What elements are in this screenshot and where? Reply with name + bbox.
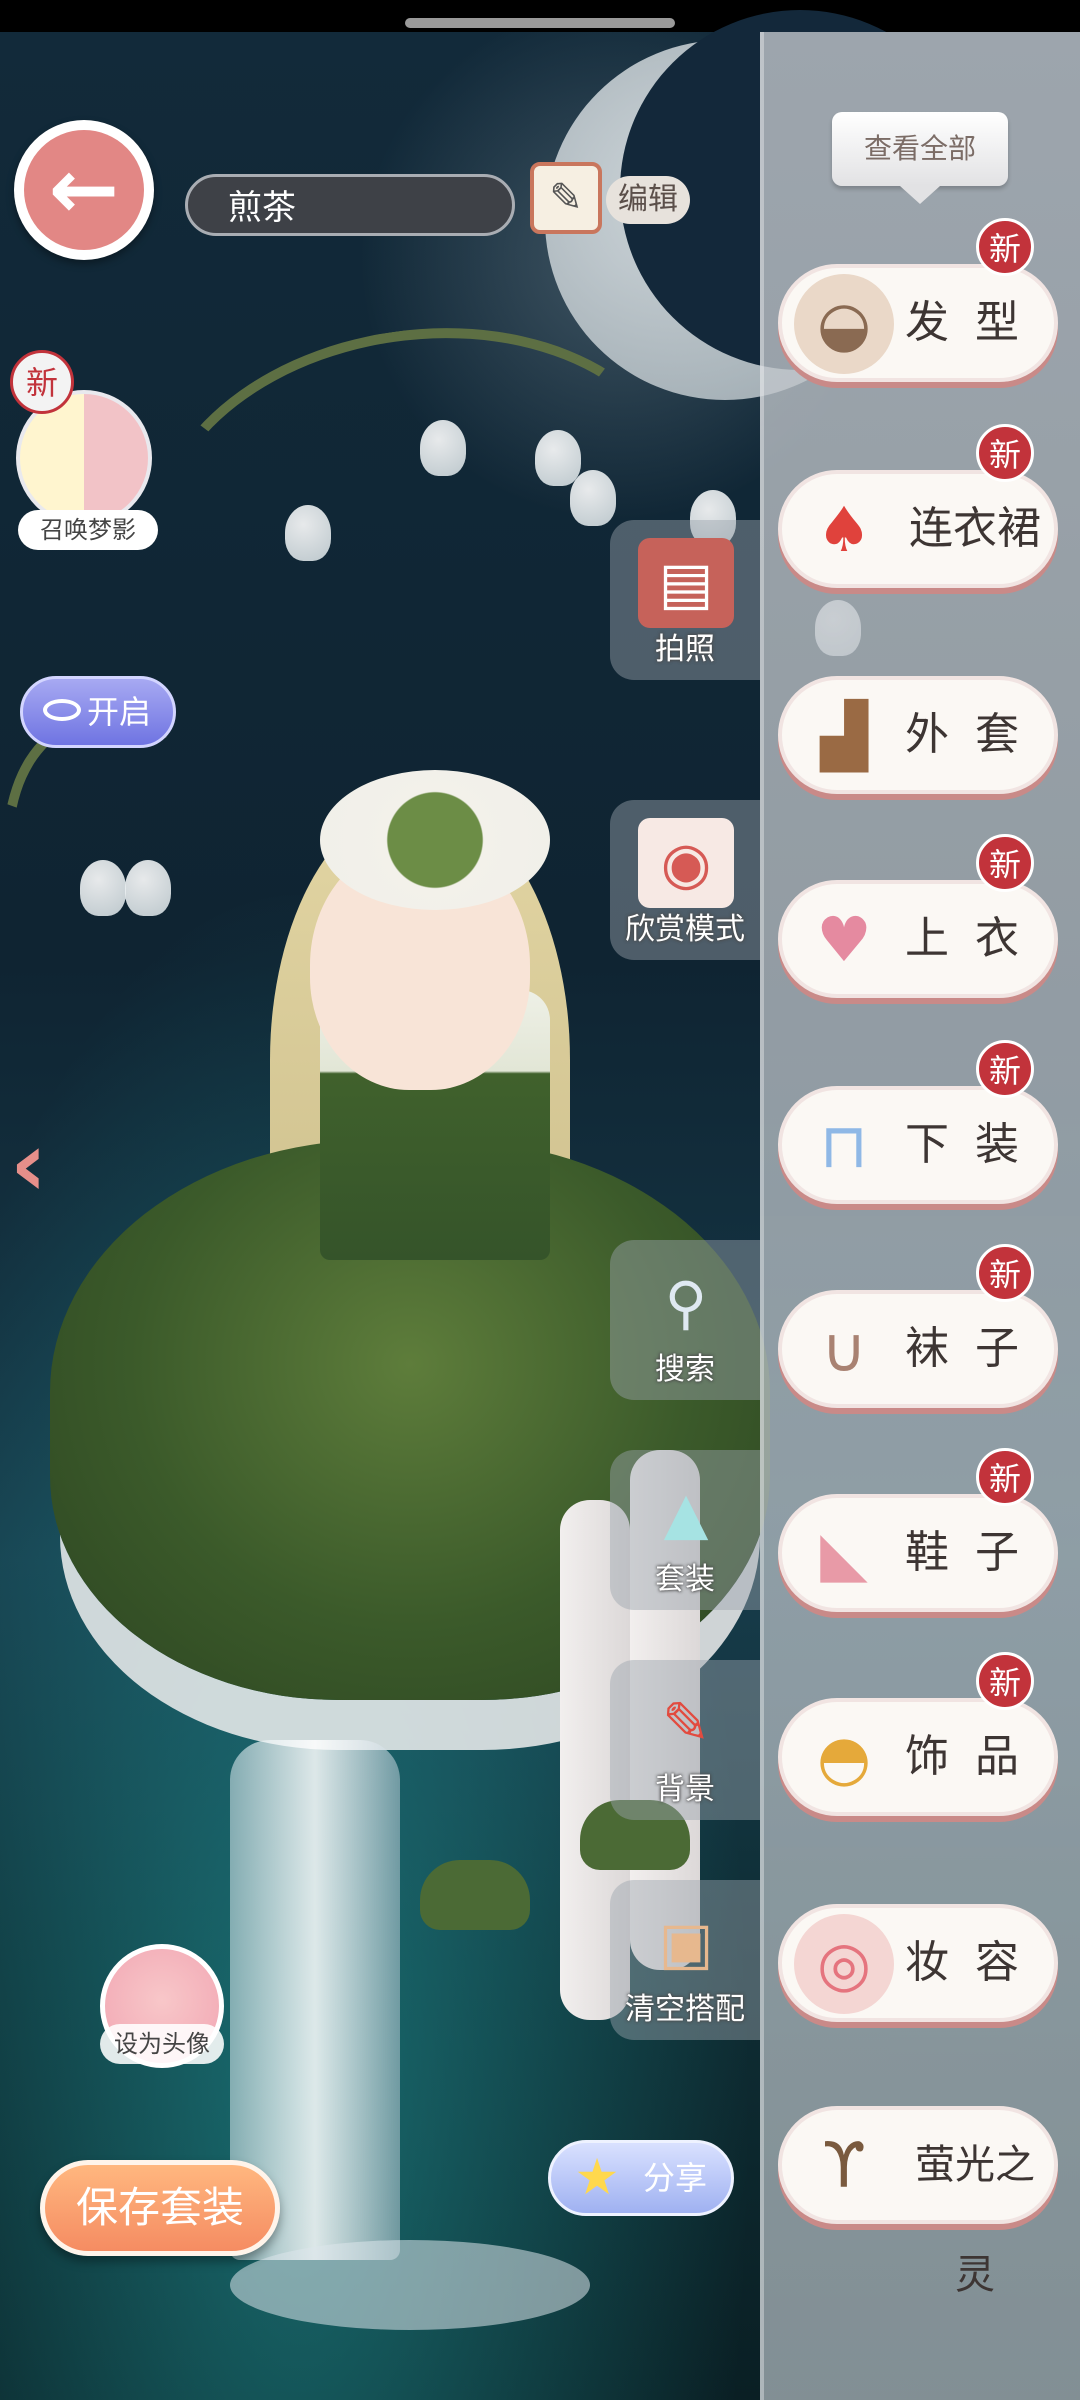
category-label: 袜子 xyxy=(905,1323,1045,1374)
category-makeup[interactable]: ◎ 妆容 xyxy=(778,1904,1058,2022)
eye-icon xyxy=(43,699,81,721)
back-arrow-icon: ← xyxy=(24,130,144,250)
category-hair[interactable]: ◒ 发型 新 xyxy=(778,218,1058,382)
new-badge: 新 xyxy=(976,218,1034,276)
category-panel xyxy=(760,32,1080,2400)
category-coat[interactable]: ▟ 外套 xyxy=(778,676,1058,794)
pencil-note-icon: ✎ xyxy=(530,162,602,234)
appreciate-mode-button[interactable]: ◉ 欣赏模式 xyxy=(610,800,760,960)
view-toggle-button[interactable]: 开启 xyxy=(20,676,176,748)
toggle-label: 开启 xyxy=(87,693,152,731)
outfit-name-field[interactable]: 煎茶 xyxy=(185,174,515,236)
tool-label: 套装 xyxy=(655,1562,715,1597)
category-label: 发型 xyxy=(905,297,1045,348)
branch-icon: ϒ xyxy=(822,2129,866,2202)
notebook-photo-icon: ▤ xyxy=(638,538,734,628)
photo-tool-button[interactable]: ▤ 拍照 xyxy=(610,520,760,680)
category-label: 上衣 xyxy=(905,913,1045,964)
character-shoe xyxy=(420,1860,530,1930)
category-label: 外套 xyxy=(905,709,1045,760)
background-tool-button[interactable]: ✎ 背景 xyxy=(610,1660,760,1820)
summon-label: 召唤梦影 xyxy=(18,510,158,550)
left-chevron-icon[interactable]: ‹ xyxy=(10,1120,80,1210)
top-icon: ♥ xyxy=(816,903,872,976)
dress-icon: ♠ xyxy=(816,493,872,566)
new-badge: 新 xyxy=(976,1040,1034,1098)
view-all-button[interactable]: 查看全部 xyxy=(832,112,1008,204)
new-badge: 新 xyxy=(976,424,1034,482)
tool-label: 背景 xyxy=(655,1772,715,1807)
status-bar xyxy=(0,0,1080,32)
clear-box-icon: ▣ xyxy=(658,1909,714,1977)
category-firefly-spirit[interactable]: ϒ 萤光之灵 xyxy=(778,2106,1058,2298)
category-shoes[interactable]: ◣ 鞋子 新 xyxy=(778,1448,1058,1612)
status-pill xyxy=(405,18,675,28)
star-hand-icon: ★ xyxy=(574,2148,620,2206)
category-label: 萤光之灵 xyxy=(915,2142,1035,2298)
hat-icon: ◓ xyxy=(816,1721,872,1794)
tool-label: 拍照 xyxy=(655,632,715,667)
character-hat xyxy=(320,770,550,910)
new-badge: 新 xyxy=(976,1448,1034,1506)
outfit-set-button[interactable]: ▲ 套装 xyxy=(610,1450,760,1610)
new-badge: 新 xyxy=(976,1244,1034,1302)
edit-label: 编辑 xyxy=(606,176,690,224)
category-socks[interactable]: ∪ 袜子 新 xyxy=(778,1244,1058,1408)
new-badge: 新 xyxy=(976,834,1034,892)
new-badge: 新 xyxy=(10,350,74,414)
category-label: 饰品 xyxy=(905,1731,1045,1782)
category-label: 妆容 xyxy=(905,1937,1045,1988)
edit-button[interactable]: ✎ 编辑 xyxy=(530,162,690,242)
tool-label: 搜索 xyxy=(655,1352,715,1387)
summon-dream-button[interactable]: 新 召唤梦影 xyxy=(10,350,160,550)
set-avatar-label: 设为头像 xyxy=(100,2024,224,2064)
category-top[interactable]: ♥ 上衣 新 xyxy=(778,834,1058,998)
search-tool-button[interactable]: ⚲ 搜索 xyxy=(610,1240,760,1400)
category-bottoms[interactable]: ⊓ 下装 新 xyxy=(778,1040,1058,1204)
camera-heart-icon: ◉ xyxy=(638,818,734,908)
category-accessories[interactable]: ◓ 饰品 新 xyxy=(778,1652,1058,1816)
new-badge: 新 xyxy=(976,1652,1034,1710)
paint-brush-icon: ✎ xyxy=(661,1689,711,1757)
shorts-icon: ⊓ xyxy=(819,1109,869,1182)
socks-icon: ∪ xyxy=(821,1313,867,1386)
hair-icon: ◒ xyxy=(794,274,894,374)
compact-icon: ◎ xyxy=(794,1914,894,2014)
category-label: 连衣裙 xyxy=(909,503,1041,554)
clear-outfit-button[interactable]: ▣ 清空搭配 xyxy=(610,1880,760,2040)
category-dress[interactable]: ♠ 连衣裙 新 xyxy=(778,424,1058,588)
outfit-set-icon: ▲ xyxy=(663,1479,709,1547)
magnifier-icon: ⚲ xyxy=(664,1269,708,1337)
category-label: 下装 xyxy=(905,1119,1045,1170)
back-button[interactable]: ← xyxy=(14,120,154,260)
coat-icon: ▟ xyxy=(820,699,868,772)
tool-label: 清空搭配 xyxy=(625,1992,745,2027)
glass-pedestal-base xyxy=(230,2240,590,2330)
tool-label: 欣赏模式 xyxy=(625,912,745,947)
save-outfit-button[interactable]: 保存套装 xyxy=(40,2160,280,2256)
share-button[interactable]: ★ 分享 xyxy=(548,2140,734,2216)
heels-icon: ◣ xyxy=(820,1517,868,1590)
share-label: 分享 xyxy=(643,2159,708,2197)
category-label: 鞋子 xyxy=(905,1527,1045,1578)
